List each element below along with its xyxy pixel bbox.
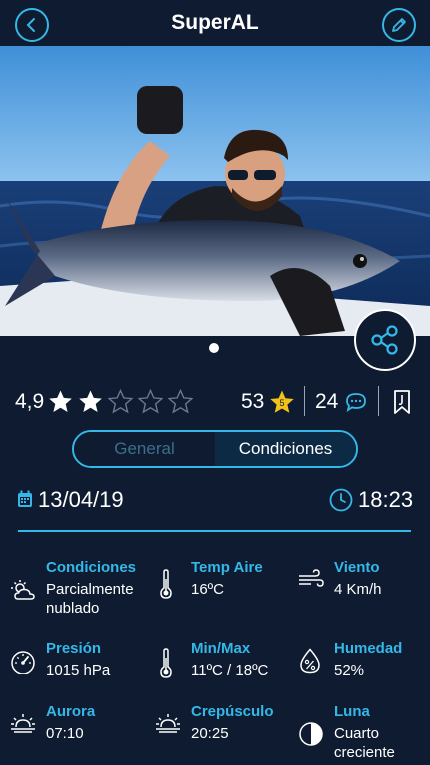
tab-general[interactable]: General — [74, 432, 215, 466]
condition-value: 11ºC / 18ºC — [191, 662, 269, 679]
datetime-row: 13/04/19 18:23 — [0, 485, 430, 515]
star-filled-icon[interactable] — [48, 389, 73, 414]
star-filled-icon[interactable] — [78, 389, 103, 414]
star-empty-icon[interactable] — [167, 388, 194, 414]
star-empty-icon[interactable] — [107, 388, 134, 414]
catch-photo-illustration — [0, 46, 430, 336]
sunset-icon — [156, 714, 180, 733]
chat-icon[interactable] — [345, 391, 367, 413]
gauge-icon — [11, 651, 35, 674]
comments-count: 24 — [315, 390, 339, 413]
time-value: 18:23 — [358, 487, 414, 512]
condition-label: Presión — [46, 640, 102, 657]
moon-half-icon — [299, 722, 323, 746]
tab-condiciones[interactable]: Condiciones — [215, 432, 356, 466]
condition-value: 20:25 — [191, 725, 229, 742]
catch-photo[interactable] — [0, 46, 430, 336]
condition-label: Condiciones — [46, 559, 137, 576]
condition-label: Crepúsculo — [191, 703, 274, 720]
star-empty-icon[interactable] — [137, 388, 164, 414]
condition-value: 07:10 — [46, 725, 84, 742]
edit-button[interactable] — [382, 8, 416, 42]
rating-value: 4,9 — [15, 390, 45, 413]
condition-label: Humedad — [334, 640, 403, 657]
condition-label: Viento — [334, 559, 380, 576]
pencil-icon — [392, 18, 406, 32]
condition-label: Temp Aire — [191, 559, 263, 576]
date-value: 13/04/19 — [38, 487, 124, 512]
app-header: SuperAL — [0, 0, 430, 48]
share-icon — [371, 325, 398, 355]
thermometer-icon — [160, 569, 172, 599]
tab-bar: General Condiciones — [72, 430, 358, 468]
rating-row: 4,9 53 5 24 — [0, 386, 430, 418]
divider — [304, 386, 305, 416]
star-rating[interactable] — [48, 388, 194, 414]
calendar-icon — [18, 490, 32, 507]
sunrise-icon — [11, 714, 35, 733]
condition-value: 16ºC — [191, 581, 224, 598]
page-title: SuperAL — [171, 11, 259, 34]
clock-icon — [329, 488, 353, 512]
condition-value: 4 Km/h — [334, 581, 382, 598]
condition-label: Aurora — [46, 703, 96, 720]
badge-number: 5 — [279, 398, 284, 408]
condition-value: 52% — [334, 662, 365, 679]
cloud-sun-icon — [11, 580, 35, 600]
condition-value: Cuarto creciente — [334, 725, 395, 761]
humidity-icon — [300, 648, 320, 674]
condition-label: Min/Max — [191, 640, 251, 657]
condition-value: Parcialmente nublado — [46, 581, 134, 617]
divider — [378, 386, 379, 416]
carousel-dot[interactable] — [209, 343, 219, 353]
thermometer-icon — [160, 648, 172, 678]
share-button[interactable] — [354, 309, 416, 371]
condition-label: Luna — [334, 703, 370, 720]
wind-icon — [299, 569, 324, 587]
likes-count: 53 — [241, 390, 265, 413]
condition-value: 1015 hPa — [46, 662, 111, 679]
bookmark-icon[interactable] — [392, 389, 412, 415]
gold-star-icon[interactable]: 5 — [269, 389, 295, 415]
section-divider — [18, 530, 411, 532]
